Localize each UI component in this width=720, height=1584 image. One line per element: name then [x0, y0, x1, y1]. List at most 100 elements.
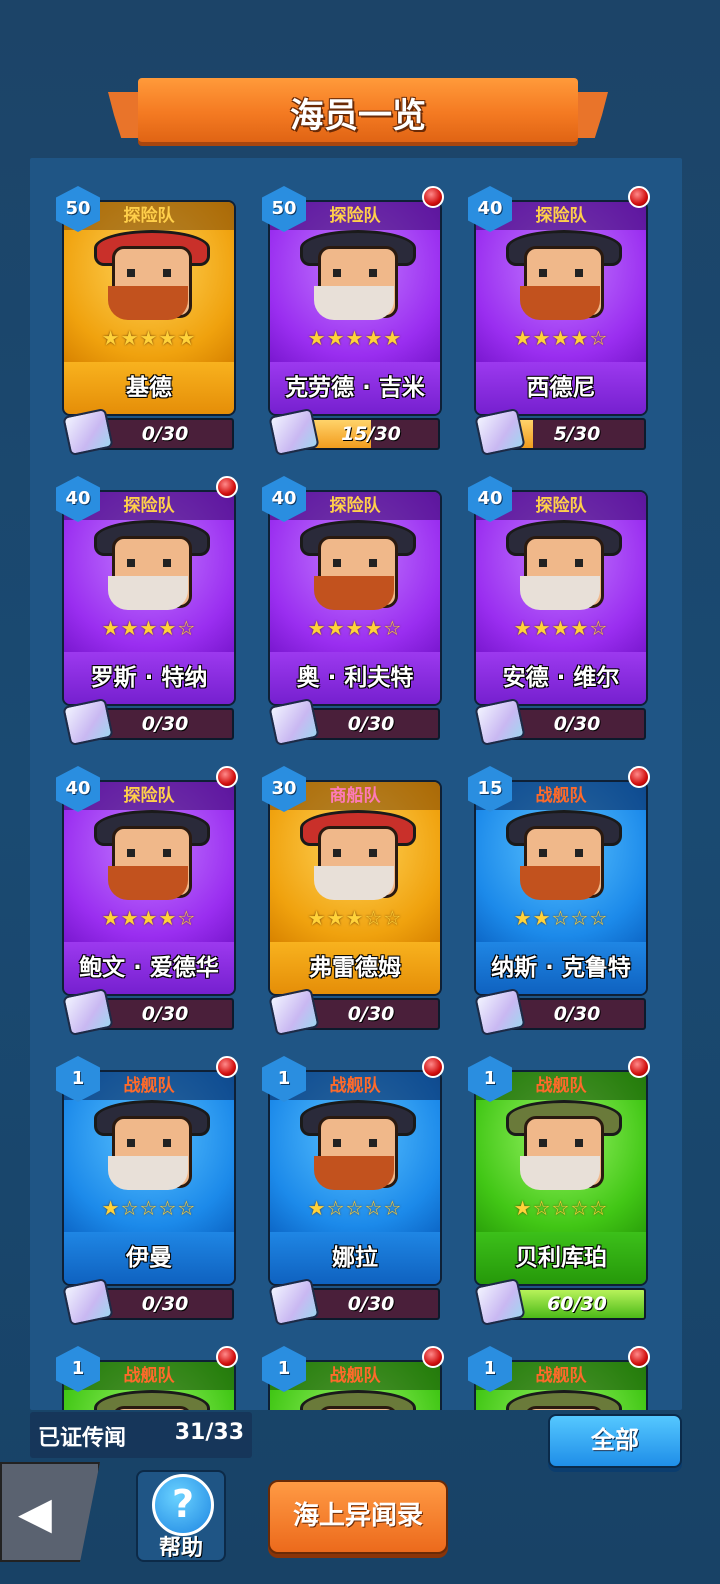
- beard-icon: [314, 1156, 394, 1190]
- crew-card[interactable]: 战舰队 ★☆☆☆☆ 娜拉 1 0/30: [262, 1056, 444, 1327]
- crew-name: 贝利库珀: [476, 1232, 646, 1284]
- crew-card-frame: 探险队 ★★★★☆ 鲍文 · 爱德华: [62, 780, 236, 996]
- crew-card-frame: 战舰队 ★★☆☆☆ 纳斯 · 克鲁特: [474, 780, 648, 996]
- crew-name: 奥 · 利夫特: [270, 652, 440, 704]
- crew-card[interactable]: 探险队 ★★★★☆ 安德 · 维尔 40 0/30: [468, 476, 648, 747]
- page-title: 海员一览: [290, 96, 426, 136]
- collection-label: 已证传闻: [38, 1426, 127, 1451]
- sea-tales-button[interactable]: 海上异闻录: [268, 1480, 448, 1554]
- crew-name: 西德尼: [476, 362, 646, 414]
- crew-card[interactable]: 战舰队 ★☆☆☆☆ 伊曼 1 0/30: [56, 1056, 238, 1327]
- progress-text: 5/30: [553, 423, 601, 445]
- crew-name: 鲍文 · 爱德华: [64, 942, 234, 994]
- collection-value: 31/33: [174, 1420, 244, 1445]
- star-rating: ★★☆☆☆: [513, 906, 609, 930]
- crew-card-frame: 探险队 ★★★★☆ 罗斯 · 特纳: [62, 490, 236, 706]
- beard-icon: [520, 576, 600, 610]
- notification-dot-icon: [422, 186, 444, 208]
- crew-card-frame: 探险队 ★★★★☆ 安德 · 维尔: [474, 490, 648, 706]
- progress-text: 0/30: [141, 713, 189, 735]
- progress-text: 0/30: [141, 1003, 189, 1025]
- progress-text: 15/30: [341, 423, 401, 445]
- crew-card[interactable]: 探险队 ★★★★★ 克劳德 · 吉米 50 15/30: [262, 186, 444, 457]
- notification-dot-icon: [628, 1056, 650, 1078]
- crew-card-frame: 探险队 ★★★★☆ 奥 · 利夫特: [268, 490, 442, 706]
- face-icon: [112, 1406, 192, 1410]
- crew-card[interactable]: 战舰队 1: [262, 1346, 444, 1410]
- shard-progress-bar: 0/30: [302, 708, 440, 740]
- crew-name: 克劳德 · 吉米: [270, 362, 440, 414]
- crew-card-frame: 战舰队 ★☆☆☆☆ 贝利库珀: [474, 1070, 648, 1286]
- shard-progress-bar: 0/30: [508, 998, 646, 1030]
- notification-dot-icon: [216, 766, 238, 788]
- crew-card-frame: 探险队 ★★★★★ 克劳德 · 吉米: [268, 200, 442, 416]
- progress-text: 0/30: [347, 1003, 395, 1025]
- crew-card[interactable]: 探险队 ★★★★☆ 西德尼 40 5/30: [468, 186, 650, 457]
- filter-all-button[interactable]: 全部: [548, 1414, 682, 1468]
- star-rating: ★★★☆☆: [307, 906, 403, 930]
- beard-icon: [108, 1156, 188, 1190]
- face-icon: [318, 1406, 398, 1410]
- beard-icon: [108, 866, 188, 900]
- star-rating: ★☆☆☆☆: [101, 1196, 197, 1220]
- crew-card-frame: 战舰队 ★☆☆☆☆ 伊曼: [62, 1070, 236, 1286]
- beard-icon: [314, 866, 394, 900]
- collection-counter: 已证传闻 31/33: [30, 1412, 252, 1458]
- shard-progress-bar: 0/30: [96, 998, 234, 1030]
- crew-card[interactable]: 商船队 ★★★☆☆ 弗雷德姆 30 0/30: [262, 766, 442, 1037]
- notification-dot-icon: [628, 766, 650, 788]
- shard-progress-bar: 0/30: [96, 418, 234, 450]
- progress-text: 0/30: [347, 1293, 395, 1315]
- crew-card-frame: 探险队 ★★★★★ 基德: [62, 200, 236, 416]
- crew-name: 伊曼: [64, 1232, 234, 1284]
- crew-name: 罗斯 · 特纳: [64, 652, 234, 704]
- beard-icon: [314, 576, 394, 610]
- notification-dot-icon: [628, 1346, 650, 1368]
- crew-name: 娜拉: [270, 1232, 440, 1284]
- crew-card[interactable]: 探险队 ★★★★★ 基德 50 0/30: [56, 186, 236, 457]
- progress-text: 0/30: [141, 1293, 189, 1315]
- crew-name: 弗雷德姆: [270, 942, 440, 994]
- shard-progress-bar: 0/30: [302, 998, 440, 1030]
- title-banner: 海员一览: [108, 78, 608, 150]
- shard-progress-bar: 15/30: [302, 418, 440, 450]
- star-rating: ★☆☆☆☆: [513, 1196, 609, 1220]
- progress-text: 0/30: [553, 1003, 601, 1025]
- shard-progress-bar: 0/30: [302, 1288, 440, 1320]
- crew-card-frame: 商船队 ★★★☆☆ 弗雷德姆: [268, 780, 442, 996]
- beard-icon: [108, 576, 188, 610]
- crew-card[interactable]: 战舰队 1: [468, 1346, 650, 1410]
- crew-card-frame: 战舰队 ★☆☆☆☆ 娜拉: [268, 1070, 442, 1286]
- star-rating: ★★★★☆: [101, 616, 197, 640]
- notification-dot-icon: [628, 186, 650, 208]
- notification-dot-icon: [216, 476, 238, 498]
- star-rating: ★★★★★: [307, 326, 403, 350]
- crew-name: 纳斯 · 克鲁特: [476, 942, 646, 994]
- banner-main: 海员一览: [138, 78, 578, 142]
- shard-progress-bar: 60/30: [508, 1288, 646, 1320]
- crew-card[interactable]: 探险队 ★★★★☆ 鲍文 · 爱德华 40 0/30: [56, 766, 238, 1037]
- crew-card[interactable]: 战舰队 ★★☆☆☆ 纳斯 · 克鲁特 15 0/30: [468, 766, 650, 1037]
- shard-progress-bar: 0/30: [508, 708, 646, 740]
- crew-grid[interactable]: 探险队 ★★★★★ 基德 50 0/30 探险队 ★★★★★ 克劳德 · 吉米 50 15/30 探…: [30, 158, 682, 1410]
- crew-card[interactable]: 探险队 ★★★★☆ 罗斯 · 特纳 40 0/30: [56, 476, 238, 747]
- notification-dot-icon: [422, 1056, 444, 1078]
- progress-text: 0/30: [553, 713, 601, 735]
- star-rating: ★★★★☆: [101, 906, 197, 930]
- notification-dot-icon: [216, 1056, 238, 1078]
- crew-name: 安德 · 维尔: [476, 652, 646, 704]
- shard-progress-bar: 0/30: [96, 1288, 234, 1320]
- question-icon: ?: [152, 1474, 214, 1536]
- back-arrow-icon: ◀: [18, 1488, 52, 1539]
- star-rating: ★★★★★: [101, 326, 197, 350]
- help-button[interactable]: ? 帮助: [136, 1470, 226, 1562]
- beard-icon: [520, 1156, 600, 1190]
- notification-dot-icon: [216, 1346, 238, 1368]
- star-rating: ★★★★☆: [513, 326, 609, 350]
- beard-icon: [314, 286, 394, 320]
- crew-card[interactable]: 探险队 ★★★★☆ 奥 · 利夫特 40 0/30: [262, 476, 442, 747]
- star-rating: ★★★★☆: [513, 616, 609, 640]
- crew-card[interactable]: 战舰队 1: [56, 1346, 238, 1410]
- face-icon: [524, 1406, 604, 1410]
- crew-card[interactable]: 战舰队 ★☆☆☆☆ 贝利库珀 1 60/30: [468, 1056, 650, 1327]
